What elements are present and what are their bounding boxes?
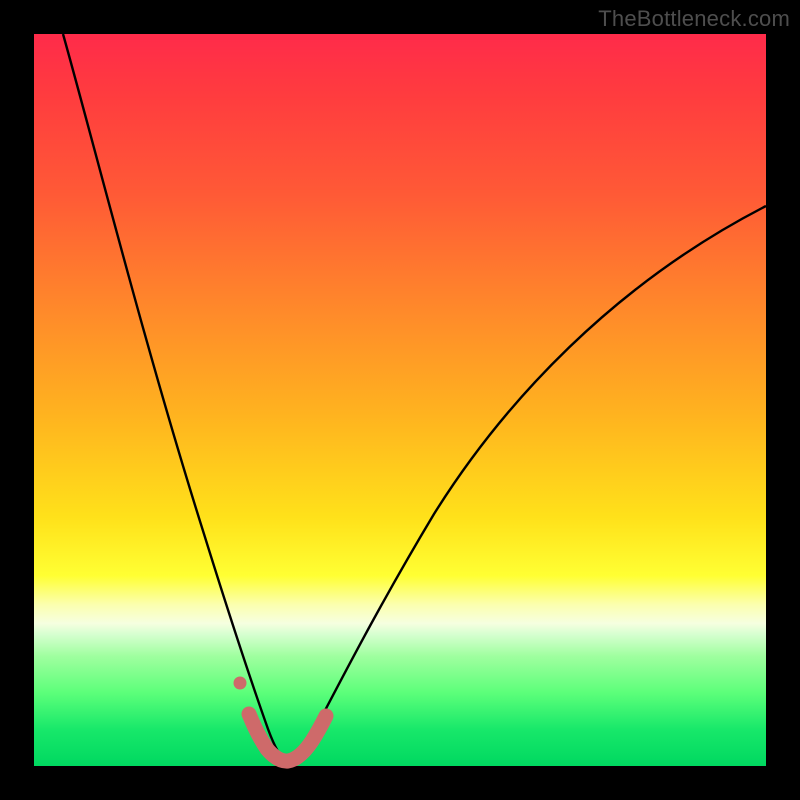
chart-svg-layer [34,34,766,766]
chart-plot-area [34,34,766,766]
bottleneck-curve-path [63,34,766,760]
chart-frame: TheBottleneck.com [0,0,800,800]
watermark-label: TheBottleneck.com [598,6,790,32]
bottleneck-marker-dot [234,677,247,690]
bottleneck-minimum-highlight [249,714,326,761]
